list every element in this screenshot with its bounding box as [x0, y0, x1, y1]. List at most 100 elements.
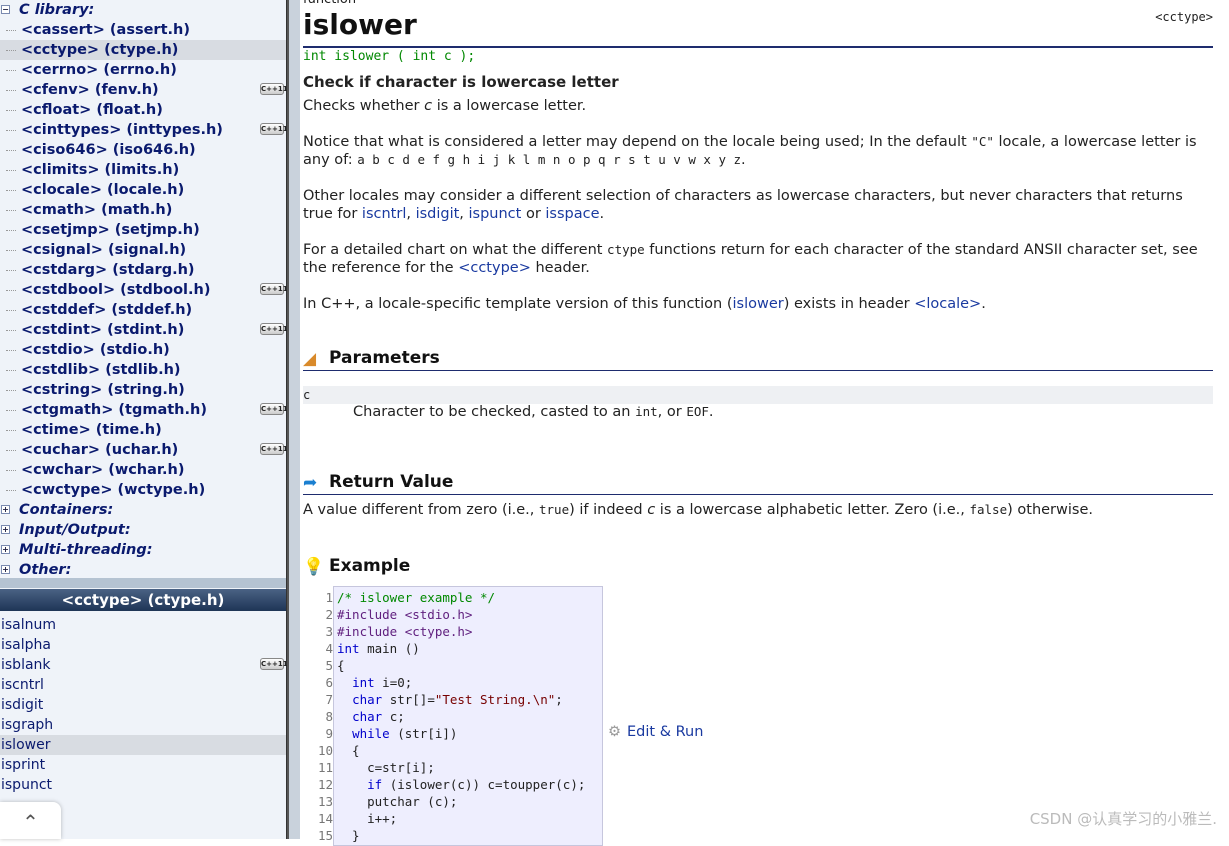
tree-item[interactable]: <cstdlib> (stdlib.h) [0, 360, 286, 380]
code-token: "Test String.\n" [434, 692, 556, 707]
tree-item[interactable]: <ciso646> (iso646.h) [0, 140, 286, 160]
expand-icon[interactable]: + [1, 525, 10, 534]
cpp11-badge: C++11 [260, 403, 288, 415]
tree-line [6, 390, 16, 391]
link-isspace[interactable]: isspace [545, 206, 599, 222]
tree-line [6, 90, 16, 91]
function-label: islower [1, 737, 51, 753]
tree-label: <cfenv> (fenv.h) [21, 82, 159, 98]
link-islower[interactable]: islower [732, 296, 783, 312]
function-item[interactable]: isblank C++11 [0, 655, 288, 675]
function-item[interactable]: isalnum [0, 615, 286, 635]
cpp11-badge: C++11 [260, 658, 288, 670]
expand-icon[interactable]: + [1, 545, 10, 554]
param-name: c [303, 386, 1213, 404]
expand-icon[interactable]: + [1, 505, 10, 514]
line-number: 10 [317, 743, 333, 758]
panel-splitter[interactable] [0, 578, 286, 588]
function-item[interactable]: isgraph [0, 715, 286, 735]
code-line: 4 int main () [317, 640, 607, 657]
function-item[interactable]: isprint [0, 755, 286, 775]
parameters-heading: ◢ Parameters [303, 347, 1213, 371]
tree-category[interactable]: + Multi-threading: [0, 540, 286, 560]
code-token: c=str[i]; [337, 760, 435, 775]
function-item[interactable]: iscntrl [0, 675, 286, 695]
tree-item[interactable]: <cctype> (ctype.h) [0, 40, 286, 60]
tree-item[interactable]: <cstring> (string.h) [0, 380, 286, 400]
tree-label: <cstdint> (stdint.h) [21, 322, 185, 338]
link-cctype[interactable]: <cctype> [458, 260, 531, 276]
function-item[interactable]: islower [0, 735, 286, 755]
tree-item[interactable]: <ctime> (time.h) [0, 420, 286, 440]
gear-icon: ⚙ [608, 724, 621, 740]
tree-item[interactable]: <cstdio> (stdio.h) [0, 340, 286, 360]
tree-line [6, 450, 16, 451]
function-item[interactable]: isalpha [0, 635, 286, 655]
divider [303, 46, 1213, 48]
tree-item[interactable]: <cwchar> (wchar.h) [0, 460, 286, 480]
function-list: isalnum isalpha isblank C++11 iscntrl isdigit… [0, 615, 288, 795]
example-heading: 💡 Example [303, 556, 411, 577]
tree-item[interactable]: <cfloat> (float.h) [0, 100, 286, 120]
tree-line [6, 170, 16, 171]
link-locale[interactable]: <locale> [914, 296, 981, 312]
tree-line [6, 290, 16, 291]
tree-item[interactable]: <climits> (limits.h) [0, 160, 286, 180]
tree-category[interactable]: + Containers: [0, 500, 286, 520]
tree-label: <csetjmp> (setjmp.h) [21, 222, 200, 238]
code-line: 5{ [317, 657, 607, 674]
link-iscntrl[interactable]: iscntrl [362, 206, 406, 222]
tree-item[interactable]: <cwctype> (wctype.h) [0, 480, 286, 500]
tree-item[interactable]: <cfenv> (fenv.h) C++11 [0, 80, 288, 100]
cpp11-badge: C++11 [260, 323, 288, 335]
code-token: #include <ctype.h> [337, 624, 473, 639]
line-number: 3 [325, 624, 333, 639]
summary: Check if character is lowercase letter [303, 73, 619, 91]
scroll-up-button[interactable]: ⌃ [0, 802, 61, 839]
tree-category[interactable]: + Input/Output: [0, 520, 286, 540]
tree-item[interactable]: <ctgmath> (tgmath.h) C++11 [0, 400, 288, 420]
tree-item[interactable]: <cinttypes> (inttypes.h) C++11 [0, 120, 288, 140]
tree-item[interactable]: <cstdarg> (stdarg.h) [0, 260, 286, 280]
code-token: (islower(c)) c=toupper(c); [382, 777, 586, 792]
function-item[interactable]: ispunct [0, 775, 286, 795]
tree-item[interactable]: <cstdbool> (stdbool.h) C++11 [0, 280, 288, 300]
code-token: int [337, 641, 360, 656]
tree-item[interactable]: <csignal> (signal.h) [0, 240, 286, 260]
tree-category[interactable]: − C library: [0, 0, 286, 20]
tree-line [6, 430, 16, 431]
tree-label: <cinttypes> (inttypes.h) [21, 122, 223, 138]
tree-label: <cassert> (assert.h) [21, 22, 190, 38]
tree-item[interactable]: <clocale> (locale.h) [0, 180, 286, 200]
tree-line [6, 110, 16, 111]
collapse-icon[interactable]: − [1, 5, 10, 14]
edit-run-button[interactable]: ⚙ Edit & Run [608, 724, 703, 740]
cpp11-badge: C++11 [260, 283, 288, 295]
code-token: main () [359, 641, 420, 656]
code-token: while [352, 726, 390, 741]
lightbulb-icon: 💡 [303, 557, 325, 577]
code-line: 7 char str[]="Test String.\n"; [317, 691, 607, 708]
return-arrow-icon: ➦ [303, 473, 318, 493]
code-example: 1 /* islower example */ 2 #include <stdio.h… [317, 586, 607, 846]
code-line: 11 c=str[i]; [317, 759, 607, 776]
tree-category[interactable]: + Other: [0, 560, 286, 580]
tree-line [6, 350, 16, 351]
sidebar-scrollbar[interactable] [287, 0, 300, 839]
tree-item[interactable]: <cerrno> (errno.h) [0, 60, 286, 80]
expand-icon[interactable]: + [1, 565, 10, 574]
tree-item[interactable]: <cstddef> (stddef.h) [0, 300, 286, 320]
tree-item[interactable]: <cuchar> (uchar.h) C++11 [0, 440, 288, 460]
function-label: isprint [1, 757, 46, 773]
tree-item[interactable]: <csetjmp> (setjmp.h) [0, 220, 286, 240]
line-number: 2 [325, 607, 333, 622]
function-item[interactable]: isdigit [0, 695, 286, 715]
tree-item[interactable]: <cstdint> (stdint.h) C++11 [0, 320, 288, 340]
tree-item[interactable]: <cmath> (math.h) [0, 200, 286, 220]
link-isdigit[interactable]: isdigit [416, 206, 460, 222]
code-token: char [352, 692, 383, 707]
tree-item[interactable]: <cassert> (assert.h) [0, 20, 286, 40]
link-ispunct[interactable]: ispunct [469, 206, 522, 222]
